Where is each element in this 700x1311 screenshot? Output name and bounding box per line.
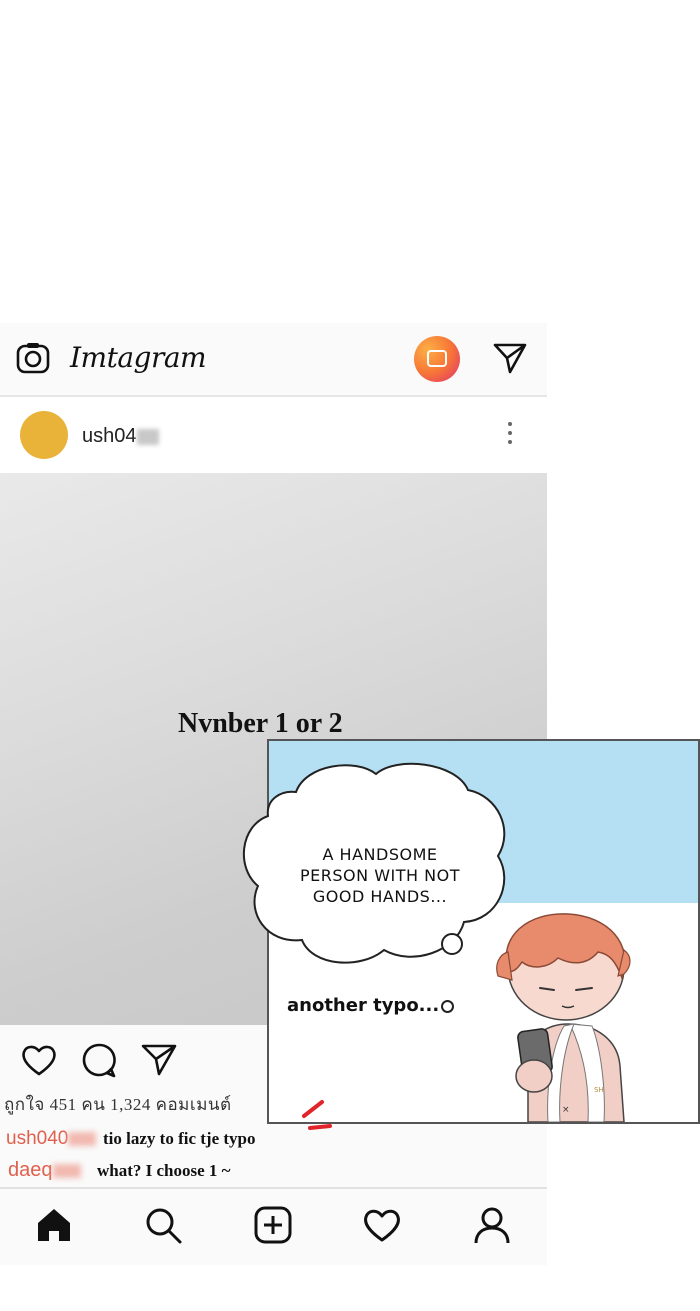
home-icon[interactable] [34, 1205, 74, 1245]
red-annotation-mark [302, 1100, 332, 1130]
heart-icon[interactable] [20, 1041, 58, 1079]
igtv-icon[interactable] [414, 336, 460, 382]
search-icon[interactable] [143, 1205, 183, 1245]
thought-text: A HANDSOME PERSON WITH NOT GOOD HANDS... [290, 844, 470, 907]
profile-icon[interactable] [472, 1205, 512, 1245]
redaction-blur [136, 428, 159, 445]
comment-icon[interactable] [80, 1041, 118, 1079]
comment-username[interactable]: ush040 [6, 1128, 97, 1150]
chibi-character: SH × [496, 913, 631, 1122]
comment-username-text: daeq [8, 1159, 53, 1181]
comment-text: tio lazy to fic tje typo [103, 1129, 256, 1148]
avatar[interactable] [20, 411, 68, 459]
comment-username[interactable]: daeq [8, 1159, 81, 1182]
share-icon[interactable] [140, 1041, 178, 1079]
thought-line: A HANDSOME [322, 845, 438, 864]
app-logo: Imtagram [70, 341, 207, 374]
post-header: ush04 [0, 397, 547, 473]
comment-username-text: ush040 [6, 1128, 69, 1149]
thought-dot [441, 999, 455, 1013]
bottom-nav [0, 1187, 547, 1265]
top-bar: Imtagram [0, 323, 547, 397]
caption-text: Nvnber 1 or 2 [178, 708, 343, 739]
send-icon[interactable] [492, 340, 528, 376]
likes-count: ถูกใจ 451 คน 1,324 คอมเมนต์ [4, 1095, 232, 1114]
cross-mark: × [562, 1105, 570, 1115]
mug-label: SH [594, 1086, 604, 1094]
redaction-blur [68, 1131, 97, 1146]
thought-line: GOOD HANDS... [312, 887, 448, 906]
redaction-blur [52, 1163, 81, 1178]
comment-text: what? I choose 1 ~ [97, 1161, 231, 1180]
side-note-text: another typo... [287, 995, 440, 1016]
thought-line: PERSON WITH NOT [300, 866, 460, 885]
side-note: another typo... [287, 995, 455, 1016]
username-text: ush04 [82, 425, 137, 447]
camera-icon[interactable] [16, 341, 50, 375]
post-username[interactable]: ush04 [82, 425, 159, 448]
activity-icon[interactable] [362, 1205, 402, 1245]
more-icon[interactable] [502, 419, 518, 451]
add-post-icon[interactable] [253, 1205, 293, 1245]
